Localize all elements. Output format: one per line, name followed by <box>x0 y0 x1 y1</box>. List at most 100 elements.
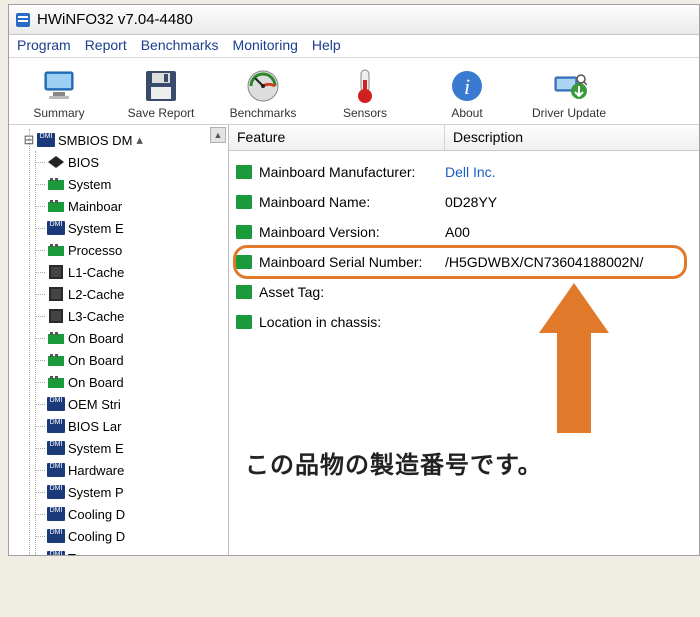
tree-item[interactable]: On Board <box>45 327 228 349</box>
annotation-text: この品物の製造番号です。 <box>245 445 543 480</box>
tree-item-icon <box>47 374 65 390</box>
tree-item-icon <box>47 242 65 258</box>
tree-item-icon <box>47 308 65 324</box>
feature-cell: Asset Tag: <box>255 284 445 300</box>
svg-text:i: i <box>464 74 470 99</box>
tree-item[interactable]: L2-Cache <box>45 283 228 305</box>
list-row[interactable]: Mainboard Manufacturer:Dell Inc. <box>229 157 699 187</box>
tree-item-label: L1-Cache <box>68 265 124 280</box>
tree-item[interactable]: On Board <box>45 371 228 393</box>
titlebar: HWiNFO32 v7.04-4480 <box>9 5 699 35</box>
tree-item-icon: DMI <box>47 462 65 478</box>
tree-item-icon <box>47 154 65 170</box>
feature-cell: Location in chassis: <box>255 314 445 330</box>
menu-help[interactable]: Help <box>312 37 341 53</box>
list-row[interactable]: Location in chassis: <box>229 307 699 337</box>
col-description[interactable]: Description <box>445 125 699 150</box>
list-row[interactable]: Asset Tag: <box>229 277 699 307</box>
tree-item-label: Mainboar <box>68 199 122 214</box>
tree-item[interactable]: DMISystem E <box>45 437 228 459</box>
description-cell[interactable]: Dell Inc. <box>445 164 699 180</box>
tree-item-icon: DMI <box>47 440 65 456</box>
tree-item[interactable]: DMIOEM Stri <box>45 393 228 415</box>
col-feature[interactable]: Feature <box>229 125 445 150</box>
tool-about[interactable]: i About <box>429 68 505 120</box>
tool-driver-label: Driver Update <box>532 106 606 120</box>
tree-item-icon <box>47 198 65 214</box>
tree-item-icon: DMI <box>47 396 65 412</box>
tree-item[interactable]: Mainboar <box>45 195 228 217</box>
tool-save-report[interactable]: Save Report <box>123 68 199 120</box>
truncate-icon: ▴ <box>136 132 143 148</box>
tree-item[interactable]: DMICooling D <box>45 503 228 525</box>
feature-cell: Mainboard Serial Number: <box>255 254 445 270</box>
list-row[interactable]: Mainboard Name:0D28YY <box>229 187 699 217</box>
tool-sensors-label: Sensors <box>343 106 387 120</box>
description-cell: 0D28YY <box>445 194 699 210</box>
floppy-icon <box>143 68 179 104</box>
tree-item[interactable]: L1-Cache <box>45 261 228 283</box>
tree-item[interactable]: DMICooling D <box>45 525 228 547</box>
tree-item[interactable]: DMITempera <box>45 547 228 555</box>
tree-item-label: On Board <box>68 353 124 368</box>
tree-item-icon: DMI <box>47 528 65 544</box>
tree-item-label: Cooling D <box>68 507 125 522</box>
tree-item-label: BIOS Lar <box>68 419 121 434</box>
tree-item-icon: DMI <box>47 220 65 236</box>
menu-report[interactable]: Report <box>85 37 127 53</box>
list-row[interactable]: Mainboard Version:A00 <box>229 217 699 247</box>
list-rows: Mainboard Manufacturer:Dell Inc.Mainboar… <box>229 151 699 343</box>
tree-inner: ⊟ DMI SMBIOS DM ▴ BIOSSystemMainboarDMIS… <box>9 125 228 555</box>
tree-item-label: System E <box>68 441 124 456</box>
app-icon <box>15 12 31 28</box>
feature-cell: Mainboard Manufacturer: <box>255 164 445 180</box>
tree-item[interactable]: L3-Cache <box>45 305 228 327</box>
tree-item-label: L2-Cache <box>68 287 124 302</box>
tree-item-icon <box>47 176 65 192</box>
tree-item[interactable]: DMIBIOS Lar <box>45 415 228 437</box>
feature-icon <box>233 165 255 179</box>
tree-item-icon: DMI <box>47 550 65 555</box>
menu-benchmarks[interactable]: Benchmarks <box>141 37 219 53</box>
tool-summary-label: Summary <box>33 106 84 120</box>
menu-monitoring[interactable]: Monitoring <box>233 37 298 53</box>
tree-item-icon <box>47 286 65 302</box>
tree-item[interactable]: DMIHardware <box>45 459 228 481</box>
tool-sensors[interactable]: Sensors <box>327 68 403 120</box>
tool-summary[interactable]: Summary <box>21 68 97 120</box>
dmi-icon: DMI <box>37 132 55 148</box>
thermometer-icon <box>347 68 383 104</box>
gauge-icon <box>245 68 281 104</box>
tree-item[interactable]: System <box>45 173 228 195</box>
info-icon: i <box>449 68 485 104</box>
list-panel: Feature Description Mainboard Manufactur… <box>229 125 699 555</box>
tool-driver-update[interactable]: Driver Update <box>531 68 607 120</box>
menu-program[interactable]: Program <box>17 37 71 53</box>
tree-item[interactable]: BIOS <box>45 151 228 173</box>
tool-save-label: Save Report <box>128 106 195 120</box>
window-title: HWiNFO32 v7.04-4480 <box>37 11 193 28</box>
feature-cell: Mainboard Name: <box>255 194 445 210</box>
tree-item[interactable]: DMISystem P <box>45 481 228 503</box>
app-window: HWiNFO32 v7.04-4480 Program Report Bench… <box>8 4 700 556</box>
tree-root[interactable]: ⊟ DMI SMBIOS DM ▴ <box>23 129 228 151</box>
tree-item-label: Tempera <box>68 551 119 556</box>
feature-cell: Mainboard Version: <box>255 224 445 240</box>
monitor-icon <box>41 68 77 104</box>
tree-item-label: On Board <box>68 331 124 346</box>
tree-item[interactable]: On Board <box>45 349 228 371</box>
tree-item[interactable]: Processo <box>45 239 228 261</box>
list-row[interactable]: Mainboard Serial Number:/H5GDWBX/CN73604… <box>229 247 699 277</box>
tree-item[interactable]: DMISystem E <box>45 217 228 239</box>
tree-item-label: L3-Cache <box>68 309 124 324</box>
tree-item-icon: DMI <box>47 506 65 522</box>
description-cell: A00 <box>445 224 699 240</box>
tool-benchmarks[interactable]: Benchmarks <box>225 68 301 120</box>
feature-icon <box>233 285 255 299</box>
tree-item-icon <box>47 352 65 368</box>
list-header: Feature Description <box>229 125 699 151</box>
tree-panel[interactable]: ▲ ⊟ DMI SMBIOS DM ▴ BIOSSystemMainboarDM… <box>9 125 229 555</box>
tool-about-label: About <box>451 106 482 120</box>
tree-item-icon: DMI <box>47 484 65 500</box>
menubar: Program Report Benchmarks Monitoring Hel… <box>9 35 699 58</box>
